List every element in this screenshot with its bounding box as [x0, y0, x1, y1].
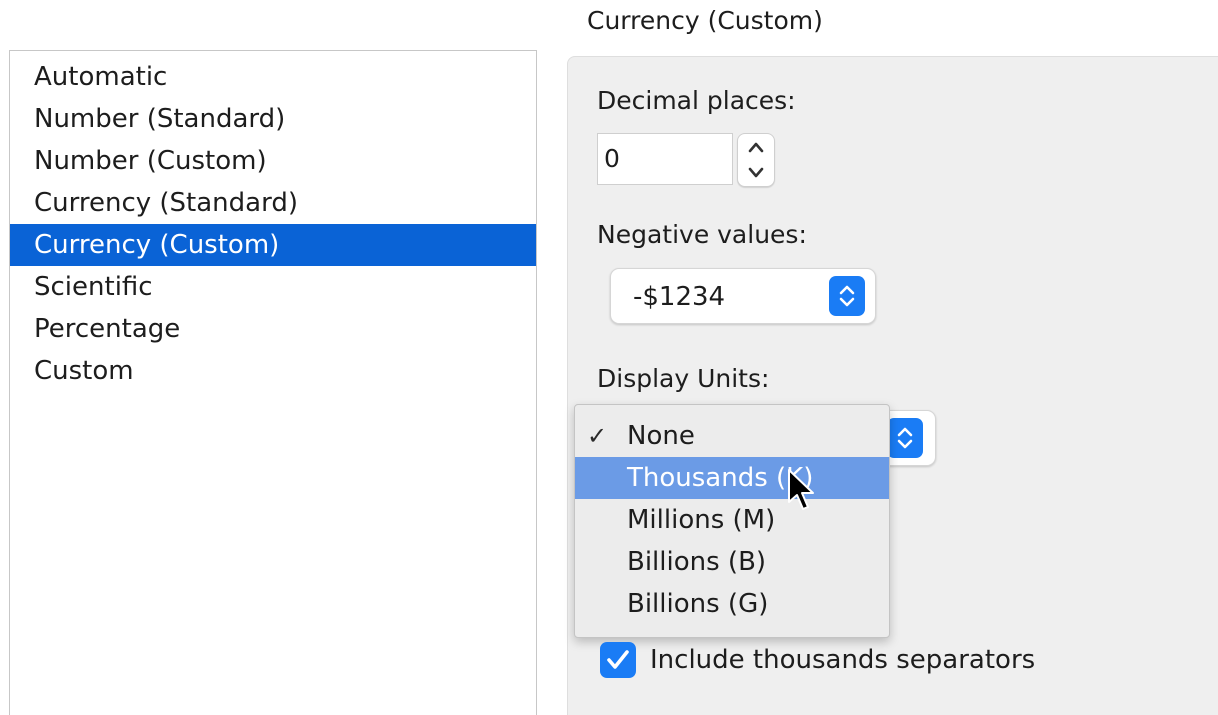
menu-item-none[interactable]: ✓ None	[575, 415, 889, 457]
category-item-automatic[interactable]: Automatic	[10, 56, 536, 98]
category-item-number-custom[interactable]: Number (Custom)	[10, 140, 536, 182]
stepper-increment-button[interactable]	[738, 134, 774, 160]
menu-item-billions-b[interactable]: Billions (B)	[575, 541, 889, 583]
display-units-label: Display Units:	[597, 364, 770, 393]
up-down-chevron-icon	[839, 285, 855, 307]
thousands-separator-checkbox[interactable]	[600, 642, 636, 678]
checkmark-icon: ✓	[587, 422, 608, 450]
menu-item-millions[interactable]: Millions (M)	[575, 499, 889, 541]
display-units-arrows[interactable]	[887, 418, 923, 458]
decimal-places-stepper[interactable]	[737, 133, 775, 187]
arrow-cursor-icon	[788, 469, 814, 510]
panel-title: Currency (Custom)	[587, 6, 823, 35]
negative-values-popup[interactable]: -$1234	[610, 268, 876, 324]
negative-values-arrows[interactable]	[829, 276, 865, 316]
menu-item-label: Millions (M)	[627, 505, 776, 535]
menu-item-label: Billions (B)	[627, 547, 767, 577]
menu-item-label: None	[627, 421, 695, 451]
decimal-places-label: Decimal places:	[597, 86, 796, 115]
decimal-places-input[interactable]: 0	[597, 133, 733, 185]
menu-item-billions-g[interactable]: Billions (G)	[575, 583, 889, 625]
negative-values-label: Negative values:	[597, 220, 807, 249]
category-item-scientific[interactable]: Scientific	[10, 266, 536, 308]
category-item-currency-standard[interactable]: Currency (Standard)	[10, 182, 536, 224]
thousands-separator-label: Include thousands separators	[650, 645, 1036, 675]
category-item-currency-custom[interactable]: Currency (Custom)	[10, 224, 536, 266]
category-item-percentage[interactable]: Percentage	[10, 308, 536, 350]
up-down-chevron-icon	[897, 427, 913, 449]
format-pane: Automatic Number (Standard) Number (Cust…	[0, 0, 1218, 715]
stepper-decrement-button[interactable]	[738, 160, 774, 186]
format-category-list[interactable]: Automatic Number (Standard) Number (Cust…	[9, 50, 537, 715]
menu-item-label: Billions (G)	[627, 589, 769, 619]
chevron-up-icon	[748, 142, 764, 153]
category-item-custom[interactable]: Custom	[10, 350, 536, 392]
display-units-menu[interactable]: ✓ None Thousands (K) Millions (M) Billio…	[574, 404, 890, 638]
category-item-number-standard[interactable]: Number (Standard)	[10, 98, 536, 140]
menu-item-thousands[interactable]: Thousands (K)	[575, 457, 889, 499]
chevron-down-icon	[748, 167, 764, 178]
negative-values-selected: -$1234	[633, 282, 726, 312]
checkmark-icon	[607, 650, 629, 669]
